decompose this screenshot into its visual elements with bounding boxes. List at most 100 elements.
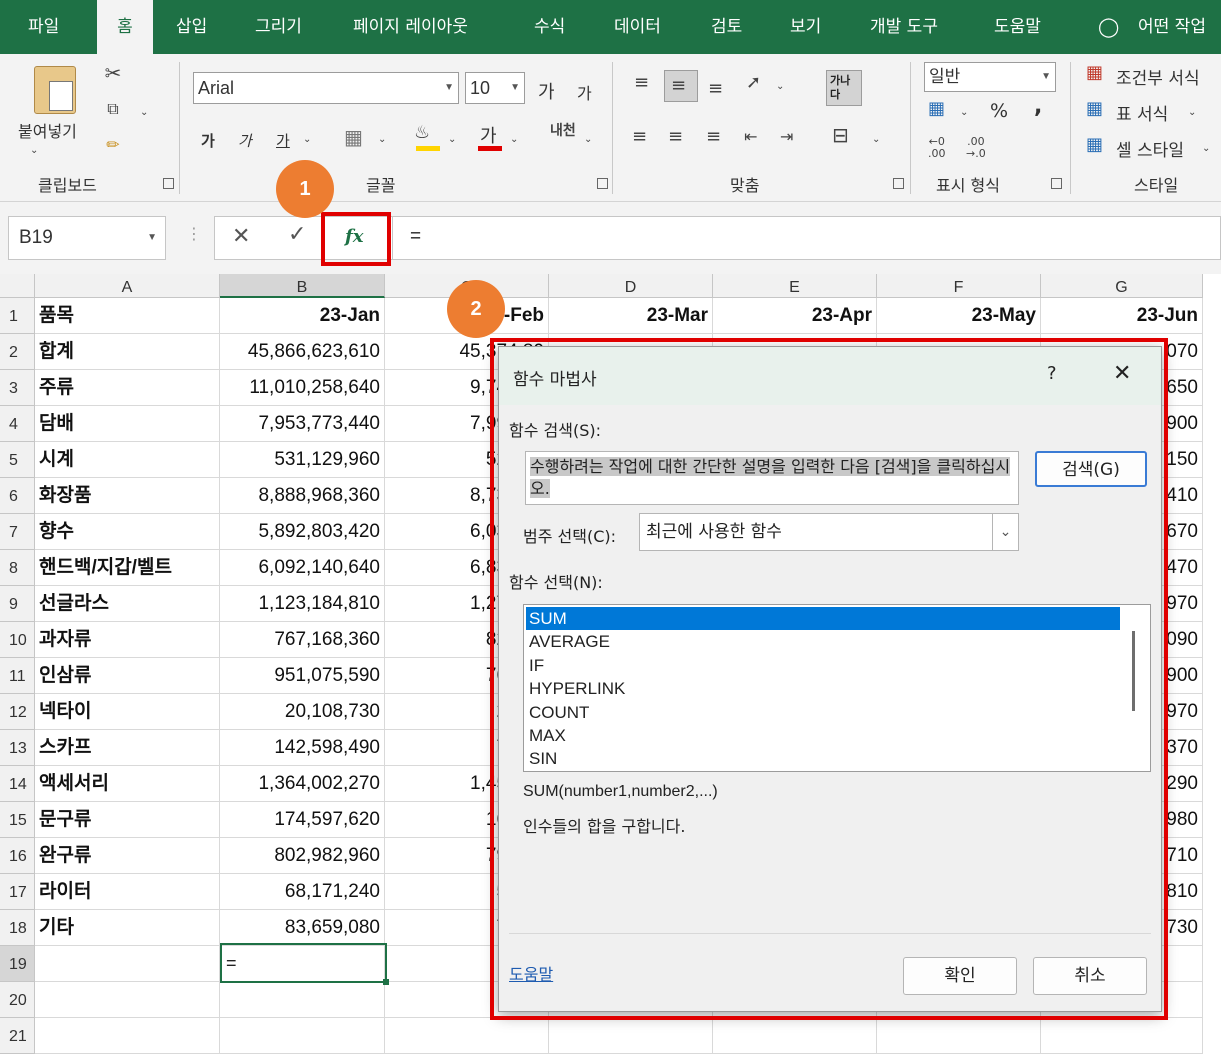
cell[interactable]: 1,123,184,810 bbox=[220, 586, 385, 622]
conditional-format-icon[interactable]: ▦ bbox=[1086, 62, 1103, 84]
copy-icon[interactable]: ⧉ bbox=[100, 98, 126, 120]
align-left-icon[interactable]: ≡ bbox=[632, 126, 647, 148]
cell[interactable]: 핸드백/지갑/벨트 bbox=[35, 550, 220, 586]
row-header[interactable]: 19 bbox=[0, 946, 35, 982]
tab-formulas[interactable]: 수식 bbox=[534, 0, 565, 54]
chevron-down-icon[interactable]: ⌄ bbox=[1188, 102, 1196, 124]
enter-icon[interactable]: ✓ bbox=[288, 222, 306, 247]
cell[interactable]: 142,598,490 bbox=[220, 730, 385, 766]
column-header-a[interactable]: A bbox=[35, 274, 220, 298]
percent-button[interactable]: % bbox=[990, 100, 1008, 122]
cell[interactable]: 화장품 bbox=[35, 478, 220, 514]
cell[interactable]: 넥타이 bbox=[35, 694, 220, 730]
column-header-g[interactable]: G bbox=[1041, 274, 1203, 298]
column-header-e[interactable]: E bbox=[713, 274, 877, 298]
cell[interactable]: 선글라스 bbox=[35, 586, 220, 622]
cell[interactable]: 83,659,080 bbox=[220, 910, 385, 946]
cell-style-icon[interactable]: ▦ bbox=[1086, 134, 1103, 156]
orientation-icon[interactable]: ➚ bbox=[746, 72, 761, 94]
cell[interactable]: 6,092,140,640 bbox=[220, 550, 385, 586]
launcher-icon[interactable] bbox=[893, 178, 904, 189]
row-header[interactable]: 17 bbox=[0, 874, 35, 910]
tab-file[interactable]: 파일 bbox=[28, 0, 59, 54]
cell[interactable] bbox=[35, 982, 220, 1018]
font-size-box[interactable]: 10 ▼ bbox=[465, 72, 525, 104]
cell[interactable] bbox=[35, 946, 220, 982]
chevron-down-icon[interactable]: ▼ bbox=[147, 217, 157, 259]
tab-page-layout[interactable]: 페이지 레이아웃 bbox=[353, 0, 468, 54]
cancel-icon[interactable]: ✕ bbox=[232, 224, 250, 249]
cell[interactable]: 품목 bbox=[35, 298, 220, 334]
launcher-icon[interactable] bbox=[163, 178, 174, 189]
align-right-icon[interactable]: ≡ bbox=[706, 126, 721, 148]
drag-handle-icon[interactable]: ⋮ bbox=[186, 224, 202, 243]
cell[interactable]: 802,982,960 bbox=[220, 838, 385, 874]
tab-developer[interactable]: 개발 도구 bbox=[870, 0, 938, 54]
cell[interactable] bbox=[877, 1018, 1041, 1054]
column-header-d[interactable]: D bbox=[549, 274, 713, 298]
font-name-box[interactable]: Arial ▼ bbox=[193, 72, 459, 104]
tab-draw[interactable]: 그리기 bbox=[255, 0, 302, 54]
cell[interactable]: 완구류 bbox=[35, 838, 220, 874]
cell[interactable]: 1,364,002,270 bbox=[220, 766, 385, 802]
cell[interactable]: 23-Jun bbox=[1041, 298, 1203, 334]
chevron-down-icon[interactable]: ⌄ bbox=[30, 140, 38, 162]
align-middle-button[interactable]: ≡ bbox=[664, 70, 698, 102]
row-header[interactable]: 4 bbox=[0, 406, 35, 442]
conditional-format-button[interactable]: 조건부 서식 bbox=[1116, 64, 1200, 89]
fill-color-icon[interactable]: ♨ bbox=[414, 122, 430, 144]
cell[interactable]: 스카프 bbox=[35, 730, 220, 766]
cell-style-button[interactable]: 셀 스타일 bbox=[1116, 136, 1184, 161]
increase-decimal-icon[interactable]: ←0.00 bbox=[928, 136, 946, 160]
cell[interactable]: 시계 bbox=[35, 442, 220, 478]
row-header[interactable]: 2 bbox=[0, 334, 35, 370]
paste-icon[interactable] bbox=[34, 66, 76, 114]
launcher-icon[interactable] bbox=[1051, 178, 1062, 189]
increase-indent-icon[interactable]: ⇥ bbox=[780, 126, 793, 148]
row-header[interactable]: 15 bbox=[0, 802, 35, 838]
row-header[interactable]: 7 bbox=[0, 514, 35, 550]
chevron-down-icon[interactable]: ⌄ bbox=[584, 129, 592, 151]
tab-help[interactable]: 도움말 bbox=[994, 0, 1041, 54]
cell[interactable]: 11,010,258,640 bbox=[220, 370, 385, 406]
cell[interactable]: 951,075,590 bbox=[220, 658, 385, 694]
cell[interactable]: 7,953,773,440 bbox=[220, 406, 385, 442]
tell-me-search[interactable]: 어떤 작업 bbox=[1138, 0, 1206, 54]
tab-data[interactable]: 데이터 bbox=[614, 0, 661, 54]
chevron-down-icon[interactable]: ⌄ bbox=[776, 76, 784, 98]
tab-review[interactable]: 검토 bbox=[711, 0, 742, 54]
chevron-down-icon[interactable]: ▼ bbox=[444, 73, 454, 103]
bold-button[interactable]: 가 bbox=[201, 130, 215, 151]
select-all-corner[interactable] bbox=[0, 274, 35, 298]
cell[interactable]: 향수 bbox=[35, 514, 220, 550]
phonetic-icon[interactable]: 내천 bbox=[550, 124, 576, 138]
borders-icon[interactable]: ▦ bbox=[344, 126, 363, 148]
tab-insert[interactable]: 삽입 bbox=[176, 0, 207, 54]
cell[interactable]: 23-Apr bbox=[713, 298, 877, 334]
paste-button[interactable]: 붙여넣기 bbox=[18, 118, 77, 142]
cell[interactable]: 문구류 bbox=[35, 802, 220, 838]
column-header-b[interactable]: B bbox=[220, 274, 385, 298]
row-header[interactable]: 5 bbox=[0, 442, 35, 478]
row-header[interactable]: 11 bbox=[0, 658, 35, 694]
cell[interactable] bbox=[713, 1018, 877, 1054]
row-header[interactable]: 1 bbox=[0, 298, 35, 334]
row-header[interactable]: 14 bbox=[0, 766, 35, 802]
chevron-down-icon[interactable]: ⌄ bbox=[960, 102, 968, 124]
align-center-icon[interactable]: ≡ bbox=[668, 126, 683, 148]
chevron-down-icon[interactable]: ⌄ bbox=[378, 129, 386, 151]
decrease-indent-icon[interactable]: ⇤ bbox=[744, 126, 757, 148]
cell[interactable]: 8,888,968,360 bbox=[220, 478, 385, 514]
cell[interactable] bbox=[1041, 1018, 1203, 1054]
cell[interactable]: 68,171,240 bbox=[220, 874, 385, 910]
row-header[interactable]: 20 bbox=[0, 982, 35, 1018]
row-header[interactable]: 3 bbox=[0, 370, 35, 406]
cell[interactable]: 기타 bbox=[35, 910, 220, 946]
row-header[interactable]: 9 bbox=[0, 586, 35, 622]
italic-button[interactable]: 가 bbox=[238, 130, 252, 151]
font-color-button[interactable]: 가 bbox=[480, 122, 497, 148]
cell[interactable]: 과자류 bbox=[35, 622, 220, 658]
cell[interactable] bbox=[220, 982, 385, 1018]
number-format-box[interactable]: 일반 ▼ bbox=[924, 62, 1056, 92]
grow-font-button[interactable]: 가 bbox=[538, 78, 555, 104]
